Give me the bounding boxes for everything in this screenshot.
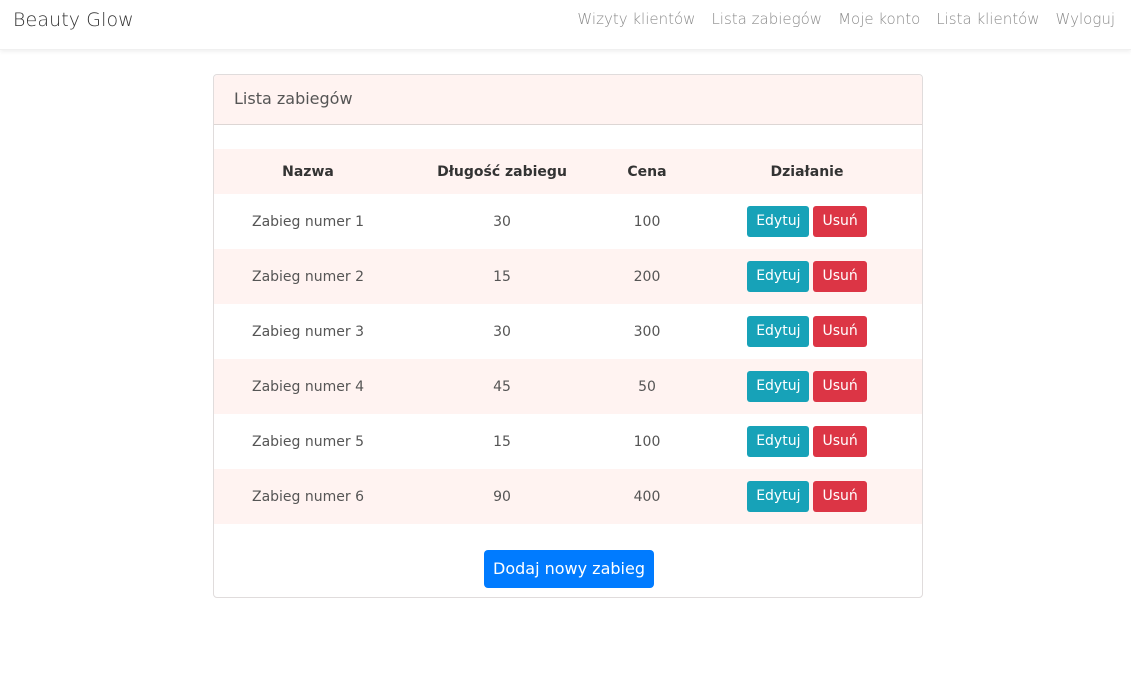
delete-button[interactable]: Usuń <box>813 316 867 347</box>
nav-link-wizyty-klientow[interactable]: Wizyty klientów <box>577 10 695 28</box>
edit-button[interactable]: Edytuj <box>747 481 810 512</box>
treatment-name: Zabieg numer 3 <box>251 323 364 340</box>
row-actions: Edytuj Usuń <box>692 414 922 469</box>
treatment-duration: 15 <box>493 433 511 450</box>
nav-link-moje-konto[interactable]: Moje konto <box>838 10 920 28</box>
treatment-name: Zabieg numer 1 <box>251 213 364 230</box>
treatments-card: Lista zabiegów Nazwa Długość zabiegu Cen… <box>213 74 923 598</box>
treatment-price: 300 <box>633 323 661 340</box>
treatment-price: 200 <box>602 249 692 304</box>
treatments-table: Nazwa Długość zabiegu Cena Działanie Zab… <box>214 149 922 524</box>
row-actions: Edytuj Usuń <box>692 304 922 359</box>
delete-button[interactable]: Usuń <box>813 481 867 512</box>
table-row: Zabieg numer 1 30 100 Edytuj Usuń <box>214 194 922 249</box>
treatment-price: 50 <box>602 359 692 414</box>
treatment-price: 400 <box>602 469 692 524</box>
edit-button[interactable]: Edytuj <box>747 206 810 237</box>
edit-button[interactable]: Edytuj <box>747 426 810 457</box>
delete-button[interactable]: Usuń <box>813 206 867 237</box>
treatment-name: Zabieg numer 6 <box>214 469 402 524</box>
delete-button[interactable]: Usuń <box>813 261 867 292</box>
column-header-price: Cena <box>602 149 692 194</box>
treatment-name: Zabieg numer 4 <box>214 359 402 414</box>
delete-button[interactable]: Usuń <box>813 426 867 457</box>
table-row: Zabieg numer 2 15 200 Edytuj Usuń <box>214 249 922 304</box>
row-actions: Edytuj Usuń <box>692 194 922 249</box>
treatment-price: 100 <box>633 213 661 230</box>
treatment-name: Zabieg numer 2 <box>214 249 402 304</box>
treatment-duration: 30 <box>493 213 511 230</box>
card-title: Lista zabiegów <box>214 75 922 125</box>
navbar: Beauty Glow Wizyty klientów Lista zabieg… <box>0 0 1131 50</box>
row-actions: Edytuj Usuń <box>692 359 922 414</box>
brand-logo[interactable]: Beauty Glow <box>13 9 134 31</box>
treatment-name: Zabieg numer 5 <box>251 433 364 450</box>
treatment-duration: 30 <box>493 323 511 340</box>
edit-button[interactable]: Edytuj <box>747 261 810 292</box>
table-row: Zabieg numer 3 30 300 Edytuj Usuń <box>214 304 922 359</box>
table-row: Zabieg numer 4 45 50 Edytuj Usuń <box>214 359 922 414</box>
edit-button[interactable]: Edytuj <box>747 371 810 402</box>
column-header-name: Nazwa <box>214 149 402 194</box>
column-header-action: Działanie <box>692 149 922 194</box>
delete-button[interactable]: Usuń <box>813 371 867 402</box>
column-header-duration: Długość zabiegu <box>402 149 602 194</box>
nav-link-lista-zabiegow[interactable]: Lista zabiegów <box>711 10 822 28</box>
table-header-row: Nazwa Długość zabiegu Cena Działanie <box>214 149 922 194</box>
row-actions: Edytuj Usuń <box>692 469 922 524</box>
row-actions: Edytuj Usuń <box>692 249 922 304</box>
table-row: Zabieg numer 6 90 400 Edytuj Usuń <box>214 469 922 524</box>
nav-link-lista-klientow[interactable]: Lista klientów <box>936 10 1039 28</box>
treatment-duration: 90 <box>402 469 602 524</box>
add-treatment-button[interactable]: Dodaj nowy zabieg <box>484 550 654 588</box>
edit-button[interactable]: Edytuj <box>747 316 810 347</box>
treatment-price: 100 <box>633 433 661 450</box>
table-row: Zabieg numer 5 15 100 Edytuj Usuń <box>214 414 922 469</box>
treatment-duration: 15 <box>402 249 602 304</box>
nav-link-wyloguj[interactable]: Wyloguj <box>1056 10 1115 28</box>
treatment-duration: 45 <box>402 359 602 414</box>
nav-links: Wizyty klientów Lista zabiegów Moje kont… <box>577 10 1115 28</box>
